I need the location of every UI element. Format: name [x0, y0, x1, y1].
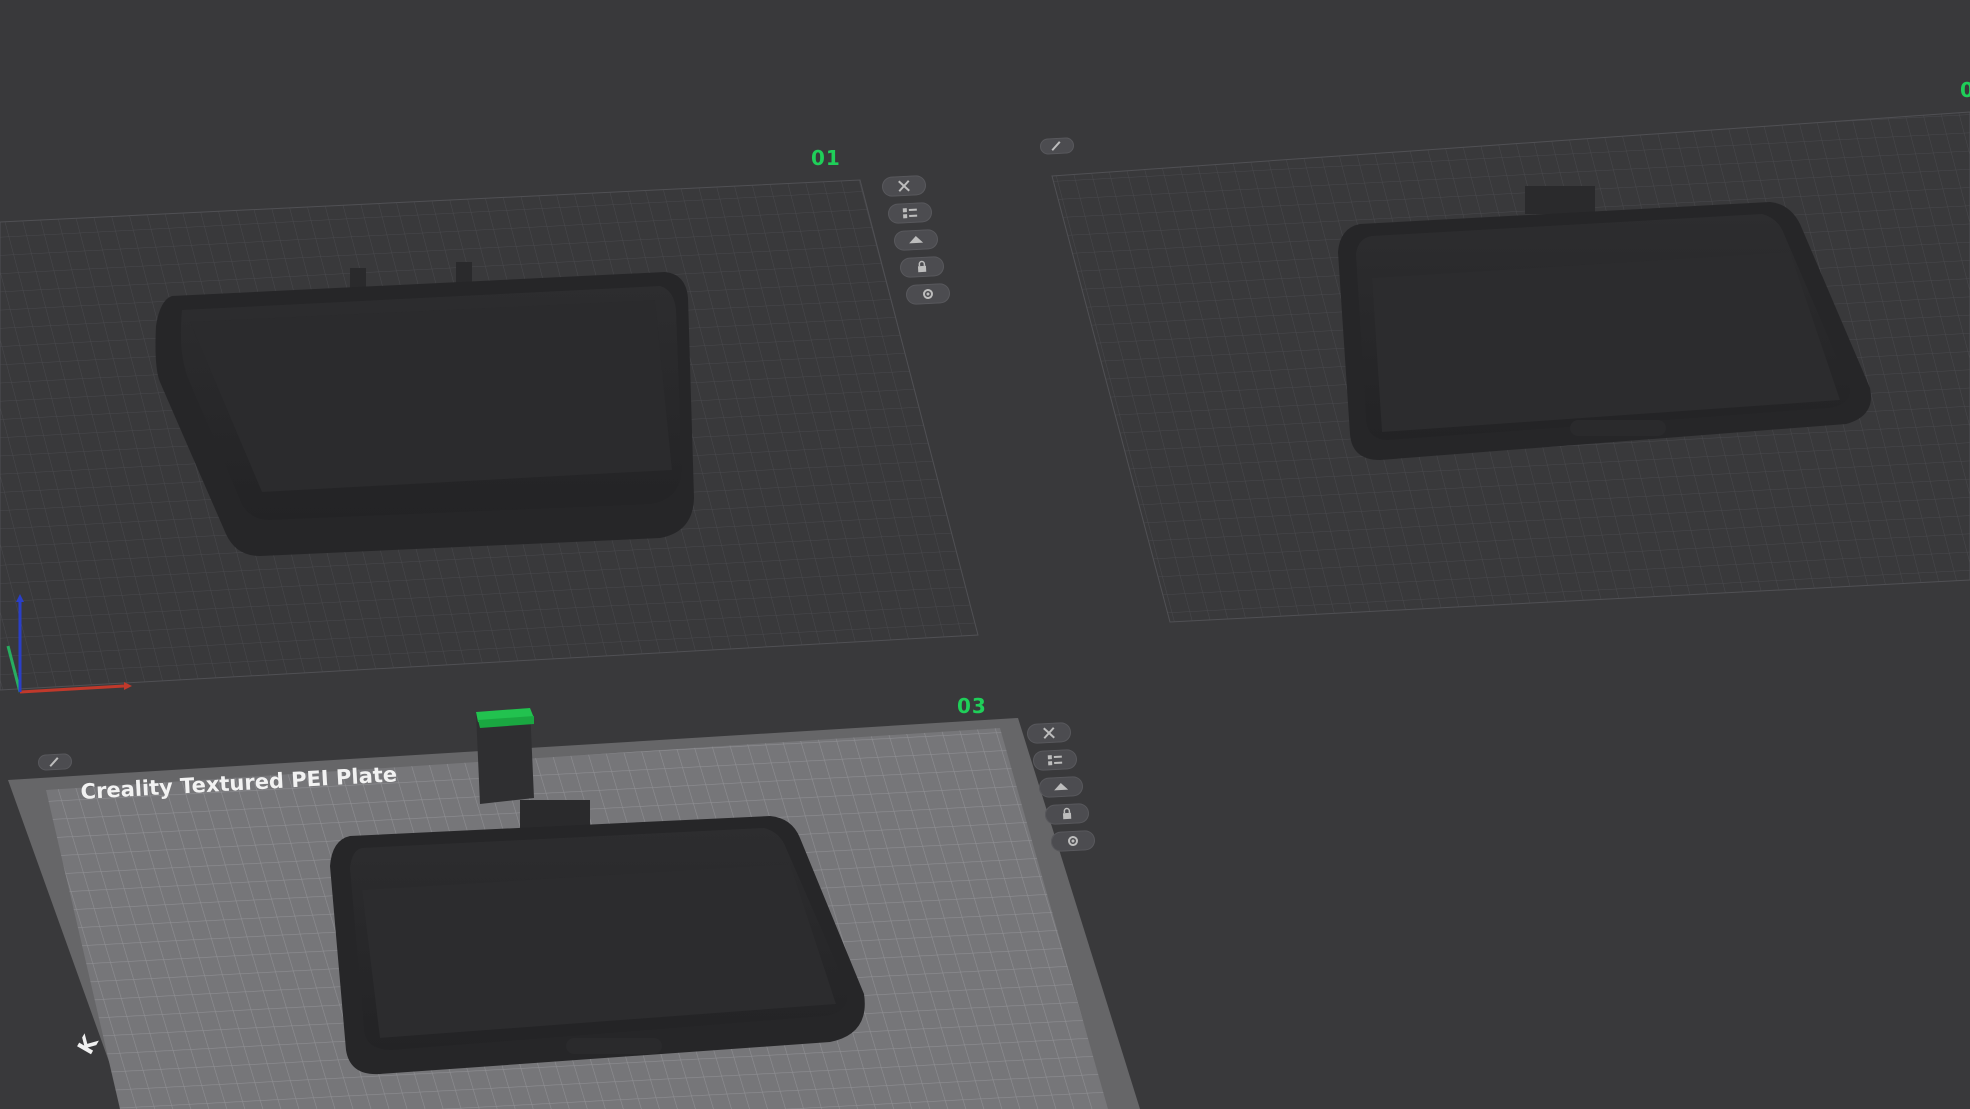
- tray-model-2[interactable]: [1338, 186, 1871, 460]
- plate-settings-button[interactable]: [905, 282, 951, 306]
- arrange-icon: [1047, 755, 1063, 766]
- plate-number-03: 03: [957, 694, 987, 718]
- lock-icon: [1062, 807, 1072, 820]
- tray-model-1[interactable]: [155, 262, 695, 556]
- settings-icon: [1068, 836, 1078, 846]
- settings-icon: [923, 289, 933, 299]
- tray-model-3[interactable]: [330, 800, 865, 1075]
- lock-plate-button[interactable]: [899, 255, 945, 279]
- selected-cube-model[interactable]: [476, 708, 534, 804]
- close-icon: [1043, 727, 1055, 739]
- arrange-plate-button[interactable]: [1032, 748, 1078, 772]
- delete-plate-button[interactable]: [1026, 721, 1072, 745]
- tray-tab: [1525, 186, 1595, 214]
- edit-icon: [1051, 141, 1061, 151]
- plate-number-01: 01: [811, 146, 841, 170]
- plate-number-02: 0: [1960, 78, 1970, 102]
- orient-icon: [1054, 783, 1069, 791]
- edit-plate-03-button[interactable]: [37, 753, 73, 771]
- orient-icon: [909, 236, 924, 244]
- delete-plate-button[interactable]: [881, 174, 927, 198]
- plate-settings-button[interactable]: [1050, 829, 1096, 853]
- lock-plate-button[interactable]: [1044, 802, 1090, 826]
- edit-icon: [49, 757, 59, 767]
- arrange-icon: [902, 208, 918, 219]
- edit-plate-02-button[interactable]: [1039, 137, 1075, 155]
- lock-icon: [917, 260, 927, 273]
- 3d-viewport[interactable]: K: [0, 0, 1970, 1109]
- close-icon: [898, 180, 910, 192]
- orient-plate-button[interactable]: [1038, 775, 1084, 799]
- arrange-plate-button[interactable]: [887, 201, 933, 225]
- orient-plate-button[interactable]: [893, 228, 939, 252]
